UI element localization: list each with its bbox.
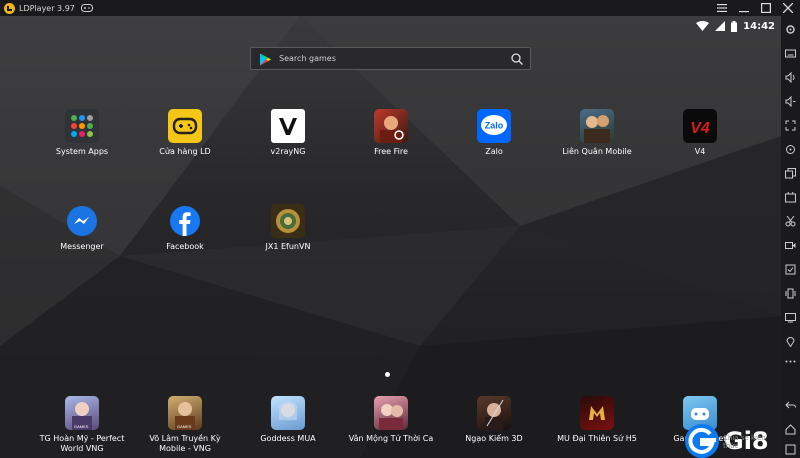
- v4-icon-text: V4: [690, 120, 710, 137]
- volume-down-icon[interactable]: [785, 96, 796, 107]
- ldplayer-logo-icon: [4, 2, 15, 14]
- app-label: Võ Lâm Truyền Kỳ Mobile - VNG: [149, 434, 221, 453]
- keyboard-icon[interactable]: [785, 48, 796, 59]
- back-icon[interactable]: [785, 400, 796, 411]
- app-mu[interactable]: MU Đại Thiên Sứ H5: [552, 396, 642, 444]
- title-bar: LDPlayer 3.97: [0, 0, 800, 16]
- app-vo-lam[interactable]: GAMES Võ Lâm Truyền Kỳ Mobile - VNG: [140, 396, 230, 454]
- app-tg-hoan-my[interactable]: GAMES TG Hoàn Mỹ - Perfect World VNG: [37, 396, 127, 454]
- minimize-button[interactable]: [738, 2, 750, 14]
- tg-hoan-my-icon: GAMES: [65, 396, 99, 430]
- gamepad-icon[interactable]: [80, 4, 93, 12]
- app-v2rayng[interactable]: v2rayNG: [243, 109, 333, 157]
- app-label: TG Hoàn Mỹ - Perfect World VNG: [39, 434, 125, 453]
- zalo-icon-text: Zalo: [485, 121, 504, 131]
- ld-store-icon: [168, 109, 202, 143]
- search-icon[interactable]: [511, 53, 523, 65]
- app-label: System Apps: [55, 147, 109, 156]
- app-lien-quan[interactable]: Liên Quân Mobile: [552, 109, 642, 157]
- app-facebook[interactable]: Facebook: [140, 204, 230, 252]
- sync-icon[interactable]: [785, 312, 796, 323]
- menu-button[interactable]: [716, 2, 728, 14]
- multi-instance-icon[interactable]: [785, 168, 796, 179]
- android-home-screen: 14:42 Search games System Apps Cửa hàng …: [0, 16, 781, 458]
- search-bar[interactable]: Search games: [250, 47, 531, 70]
- watermark-subtext: Chia sẻ kiến thức: [723, 434, 766, 450]
- clock: 14:42: [743, 20, 775, 32]
- app-v4[interactable]: V4 V4: [655, 109, 745, 157]
- v4-icon: V4: [683, 109, 717, 143]
- volume-up-icon[interactable]: [785, 72, 796, 83]
- messenger-icon: [65, 204, 99, 238]
- maximize-button[interactable]: [760, 2, 772, 14]
- wifi-icon: [696, 21, 710, 31]
- ngao-kiem-icon: [477, 396, 511, 430]
- app-ngao-kiem[interactable]: Ngạo Kiếm 3D: [449, 396, 539, 444]
- app-label: Vân Mộng Tứ Thời Ca: [348, 434, 434, 443]
- v2rayng-icon: [271, 109, 305, 143]
- app-ld-store[interactable]: Cửa hàng LD: [140, 109, 230, 157]
- settings-icon[interactable]: [785, 24, 796, 35]
- app-messenger[interactable]: Messenger: [37, 204, 127, 252]
- app-label: Cửa hàng LD: [159, 147, 211, 156]
- app-label: Facebook: [166, 242, 204, 251]
- app-system-apps[interactable]: System Apps: [37, 109, 127, 157]
- lien-quan-icon: [580, 109, 614, 143]
- rotate-icon[interactable]: [785, 144, 796, 155]
- watermark-logo: Gi8 Chia sẻ kiến thức: [683, 422, 769, 458]
- screenshot-icon[interactable]: [785, 216, 796, 227]
- gaming-badge-text: GAMES: [177, 424, 192, 429]
- signal-icon: [715, 21, 726, 31]
- app-label: V4: [694, 147, 706, 156]
- record-icon[interactable]: [785, 240, 796, 251]
- app-free-fire[interactable]: Free Fire: [346, 109, 436, 157]
- emulator-toolbar: [781, 16, 800, 458]
- app-label: Ngạo Kiếm 3D: [465, 434, 523, 443]
- app-label: JX1 EfunVN: [265, 242, 311, 251]
- app-label: Liên Quân Mobile: [562, 147, 632, 156]
- app-label: Free Fire: [374, 147, 408, 156]
- app-label: Messenger: [60, 242, 104, 251]
- window-title: LDPlayer 3.97: [19, 3, 75, 13]
- app-label: MU Đại Thiên Sứ H5: [557, 434, 637, 443]
- close-button[interactable]: [782, 2, 794, 14]
- vo-lam-icon: GAMES: [168, 396, 202, 430]
- emulator-window: LDPlayer 3.97 14:42 Search games System …: [0, 0, 800, 458]
- van-mong-icon: [374, 396, 408, 430]
- battery-icon: [731, 20, 738, 32]
- page-indicator: [385, 372, 390, 377]
- search-input[interactable]: Search games: [279, 54, 336, 63]
- app-van-mong[interactable]: Vân Mộng Tứ Thời Ca: [346, 396, 436, 444]
- mu-icon: [580, 396, 614, 430]
- app-label: Goddess MUA: [260, 434, 316, 443]
- status-bar: 14:42: [696, 19, 775, 33]
- system-apps-icon: [65, 109, 99, 143]
- goddess-mua-icon: [271, 396, 305, 430]
- recent-apps-icon[interactable]: [785, 444, 796, 455]
- app-label: v2rayNG: [270, 147, 306, 156]
- location-icon[interactable]: [785, 336, 796, 347]
- zalo-icon: Zalo: [477, 109, 511, 143]
- app-jx1[interactable]: JX1 EfunVN: [243, 204, 333, 252]
- gi8-logo-icon: [685, 424, 719, 458]
- more-icon[interactable]: [785, 356, 796, 367]
- macro-icon[interactable]: [785, 264, 796, 275]
- jx1-icon: [271, 204, 305, 238]
- gaming-badge-text: GAMES: [74, 424, 89, 429]
- play-store-icon: [260, 53, 271, 66]
- shake-icon[interactable]: [785, 288, 796, 299]
- fullscreen-icon[interactable]: [785, 120, 796, 131]
- app-label: Zalo: [485, 147, 503, 156]
- home-icon[interactable]: [785, 424, 796, 435]
- facebook-icon: [168, 204, 202, 238]
- apk-install-icon[interactable]: [785, 192, 796, 203]
- app-zalo[interactable]: Zalo Zalo: [449, 109, 539, 157]
- free-fire-icon: [374, 109, 408, 143]
- app-goddess-mua[interactable]: Goddess MUA: [243, 396, 333, 444]
